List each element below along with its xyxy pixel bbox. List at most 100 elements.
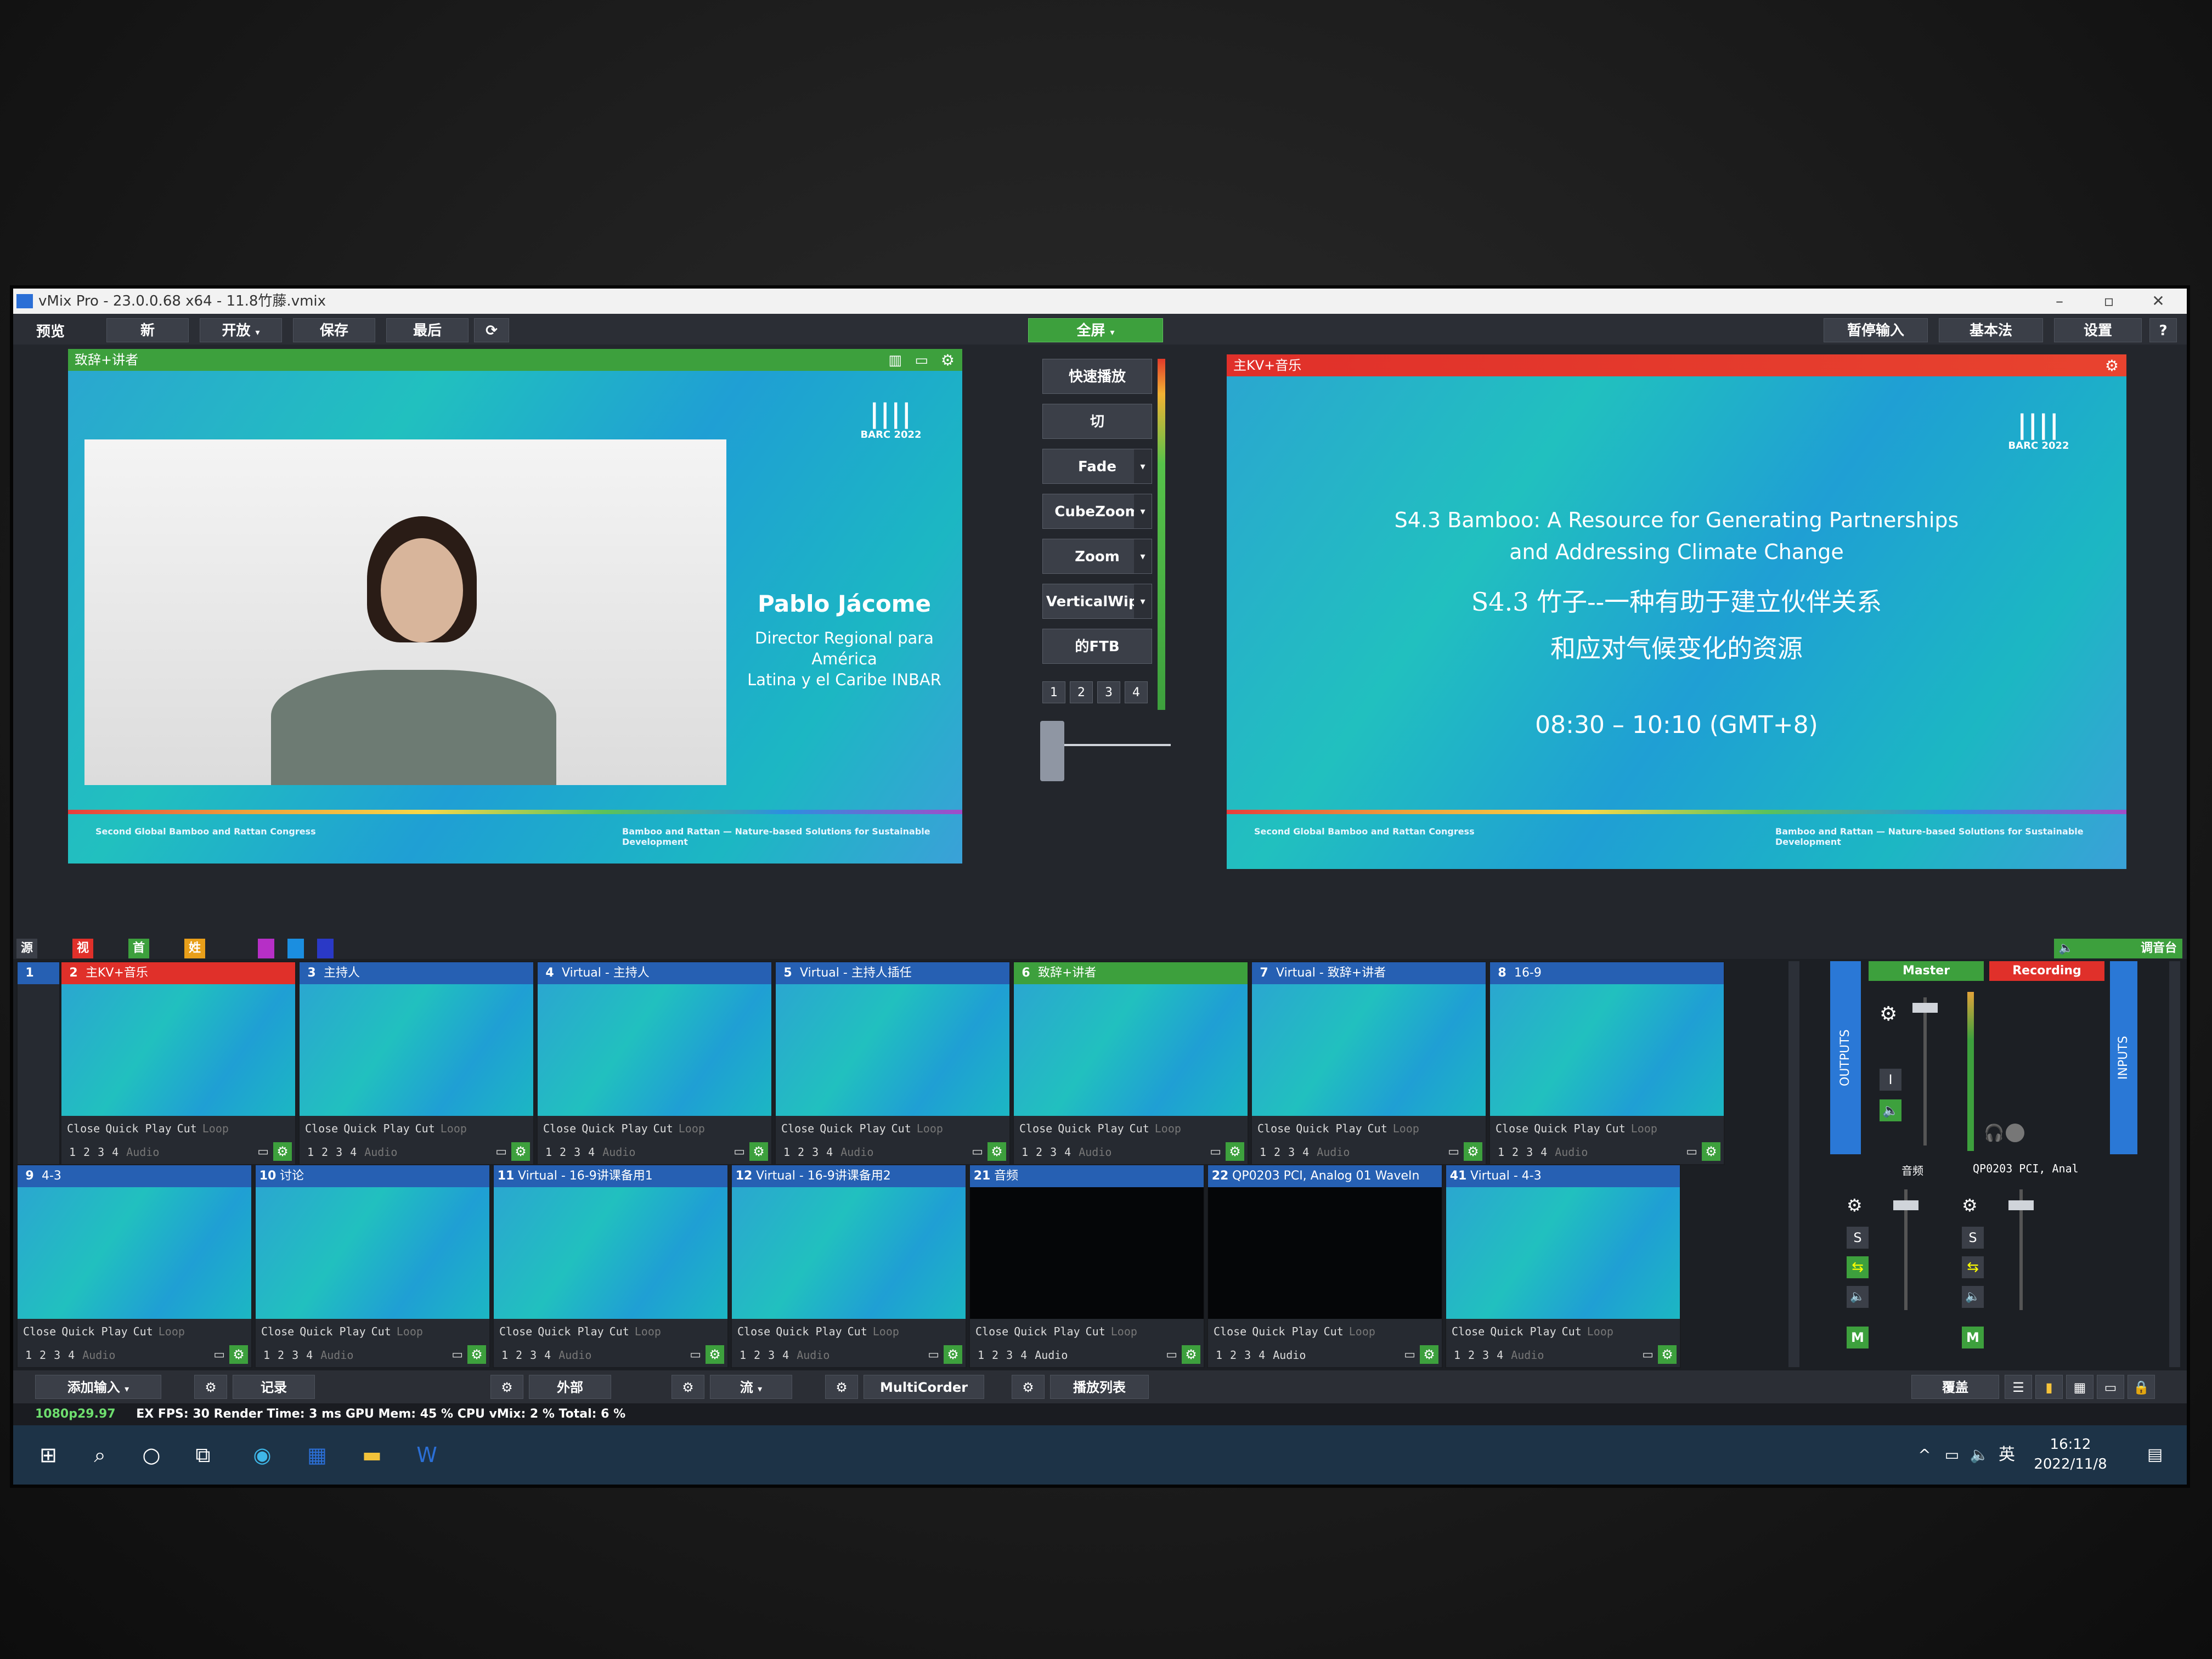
overlay-2-button[interactable]: 2	[321, 1146, 328, 1159]
minimize-icon[interactable]: –	[2043, 289, 2076, 314]
quick-play-button[interactable]: Quick Play	[343, 1122, 409, 1135]
chevron-down-icon[interactable]: ▾	[1134, 539, 1152, 573]
overlay-1-button[interactable]: 1	[783, 1146, 790, 1159]
cut-button[interactable]: Cut	[610, 1325, 629, 1338]
tray-up-icon[interactable]: ^	[1911, 1442, 1938, 1468]
save-button[interactable]: 保存	[293, 318, 375, 342]
audio-button[interactable]: Audio	[82, 1348, 115, 1362]
audio-button[interactable]: Audio	[1317, 1146, 1350, 1159]
open-button[interactable]: 开放 ▾	[200, 318, 282, 342]
overlay-1-button[interactable]: 1	[978, 1348, 984, 1362]
input-tile[interactable]: 8 16-9 Close Quick Play Cut Loop 1 2 3 4 Audio ▭…	[1489, 961, 1725, 1165]
verticalwipe-button[interactable]: VerticalWipe ▾	[1042, 584, 1152, 619]
loop-button[interactable]: Loop	[202, 1122, 229, 1135]
input-tile[interactable]: 9 4-3 Close Quick Play Cut Loop 1 2 3 4 Audio ▭ ⚙	[16, 1164, 252, 1368]
fullscreen-button[interactable]: 全屏 ▾	[1028, 318, 1163, 342]
input-tile[interactable]: 22 QP0203 PCI, Analog 01 WaveIn Close Quic…	[1207, 1164, 1443, 1368]
gear-icon[interactable]: ⚙	[2105, 357, 2119, 375]
transition-4-button[interactable]: 4	[1125, 681, 1148, 703]
external-button[interactable]: 外部	[529, 1375, 611, 1399]
vmix-taskbar-icon[interactable]: ▦	[304, 1442, 330, 1468]
overlay-3-button[interactable]: 3	[54, 1348, 60, 1362]
input-tile[interactable]: 21 音频 Close Quick Play Cut Loop 1 2 3 4 Audio ▭ ⚙	[969, 1164, 1205, 1368]
overlay-1-button[interactable]: 1	[1454, 1348, 1460, 1362]
cut-button[interactable]: Cut	[1606, 1122, 1626, 1135]
overlay-1-button[interactable]: 1	[1498, 1146, 1504, 1159]
overlay-4-button[interactable]: 4	[588, 1146, 595, 1159]
overlay-2-button[interactable]: 2	[560, 1146, 566, 1159]
monitor-icon[interactable]: ▭	[1448, 1145, 1459, 1159]
basic-button[interactable]: 基本法	[1939, 318, 2043, 342]
speaker-icon[interactable]: 🔈	[1962, 1286, 1984, 1308]
volume-knob[interactable]	[2006, 1124, 2024, 1142]
clock-time[interactable]: 16:12	[2032, 1436, 2109, 1453]
quick-play-button[interactable]: Quick Play	[1058, 1122, 1124, 1135]
monitor-icon[interactable]: ▭	[733, 1145, 745, 1159]
overlay-4-button[interactable]: 4	[68, 1348, 75, 1362]
gear-icon[interactable]: ⚙	[1880, 1003, 1897, 1025]
list-view-icon[interactable]: ☰	[2005, 1375, 2032, 1399]
overlay-3-button[interactable]: 3	[1526, 1146, 1533, 1159]
audio-button[interactable]: Audio	[1511, 1348, 1544, 1362]
gear-icon[interactable]: ⚙	[1420, 1345, 1438, 1364]
monitor-icon[interactable]: ▭	[452, 1348, 463, 1362]
file-explorer-icon[interactable]: ▬	[359, 1442, 385, 1468]
overlay-1-button[interactable]: 1	[501, 1348, 508, 1362]
input-tile[interactable]: 11 Virtual - 16-9讲课备用1 Close Quick Play Cut…	[493, 1164, 729, 1368]
gear-icon[interactable]: ⚙	[1962, 1195, 1978, 1216]
channel-2-fader-handle[interactable]	[2008, 1200, 2034, 1210]
loop-button[interactable]: Loop	[1631, 1122, 1657, 1135]
monitor-icon[interactable]: ▭	[1166, 1348, 1177, 1362]
overlay-3-button[interactable]: 3	[1006, 1348, 1013, 1362]
overlay-4-button[interactable]: 4	[1259, 1348, 1265, 1362]
overlay-4-button[interactable]: 4	[112, 1146, 119, 1159]
quick-play-button[interactable]: Quick Play	[538, 1325, 603, 1338]
stream-button[interactable]: 流 ▾	[710, 1375, 792, 1399]
bus-arrow-icon[interactable]: ⇆	[1962, 1256, 1984, 1278]
overlay-4-button[interactable]: 4	[1541, 1146, 1547, 1159]
record-button[interactable]: 记录	[233, 1375, 315, 1399]
loop-button[interactable]: Loop	[441, 1122, 467, 1135]
cut-button[interactable]: Cut	[133, 1325, 153, 1338]
loop-button[interactable]: Loop	[1587, 1325, 1613, 1338]
clock-date[interactable]: 2022/11/8	[2021, 1456, 2120, 1472]
tab-sources[interactable]: 源文件	[16, 939, 38, 995]
overlay-2-button[interactable]: 2	[278, 1348, 284, 1362]
loop-button[interactable]: Loop	[1155, 1122, 1181, 1135]
transition-3-button[interactable]: 3	[1097, 681, 1120, 703]
overlay-4-button[interactable]: 4	[826, 1146, 833, 1159]
gear-icon[interactable]: ⚙	[229, 1345, 248, 1364]
overlay-1-button[interactable]: 1	[1216, 1348, 1222, 1362]
screen-view-icon[interactable]: ▭	[2097, 1375, 2124, 1399]
speaker-icon[interactable]: 🔈	[1880, 1099, 1901, 1121]
quick-play-button[interactable]: 快速播放	[1042, 359, 1152, 394]
loop-button[interactable]: Loop	[873, 1325, 899, 1338]
master-fader-handle[interactable]	[1912, 1003, 1938, 1013]
cut-button[interactable]: Cut	[891, 1122, 911, 1135]
overlay-3-button[interactable]: 3	[1482, 1348, 1489, 1362]
input-tile[interactable]: 4 Virtual - 主持人 Close Quick Play Cut Loop 12…	[537, 961, 772, 1165]
gear-icon[interactable]: ⚙	[1226, 1142, 1244, 1161]
overlay-4-button[interactable]: 4	[1497, 1348, 1503, 1362]
monitor-icon[interactable]: ▭	[257, 1145, 269, 1159]
overlay-2-button[interactable]: 2	[40, 1348, 46, 1362]
audio-button[interactable]: Audio	[602, 1146, 635, 1159]
edge-icon[interactable]: ◉	[249, 1442, 275, 1468]
monitor-icon[interactable]: ▭	[1210, 1145, 1221, 1159]
ftb-button[interactable]: 的FTB	[1042, 629, 1152, 664]
close-button[interactable]: Close	[1019, 1122, 1052, 1135]
refresh-icon[interactable]: ⟳	[474, 318, 509, 342]
gear-icon[interactable]: ⚙	[1464, 1142, 1482, 1161]
tab-color-navy[interactable]	[317, 939, 334, 958]
gear-icon[interactable]: ⚙	[706, 1345, 724, 1364]
program-panel[interactable]: 主KV+音乐 ⚙ |||| BARC 2022 S4.3 Bamboo: A R…	[1227, 354, 2126, 869]
solo-i-button[interactable]: I	[1880, 1069, 1901, 1091]
loop-button[interactable]: Loop	[1393, 1122, 1419, 1135]
search-icon[interactable]: ⌕	[87, 1442, 113, 1468]
input-tile[interactable]: 41 Virtual - 4-3 Close Quick Play Cut Loop 1…	[1445, 1164, 1681, 1368]
cut-button[interactable]: Cut	[177, 1122, 197, 1135]
t-bar-handle[interactable]	[1040, 721, 1064, 781]
input-tile[interactable]: 2 主KV+音乐 Close Quick Play Cut Loop 1 2 3 4 Audio…	[60, 961, 296, 1165]
cut-button[interactable]: Cut	[1086, 1325, 1105, 1338]
audio-button[interactable]: Audio	[1555, 1146, 1588, 1159]
